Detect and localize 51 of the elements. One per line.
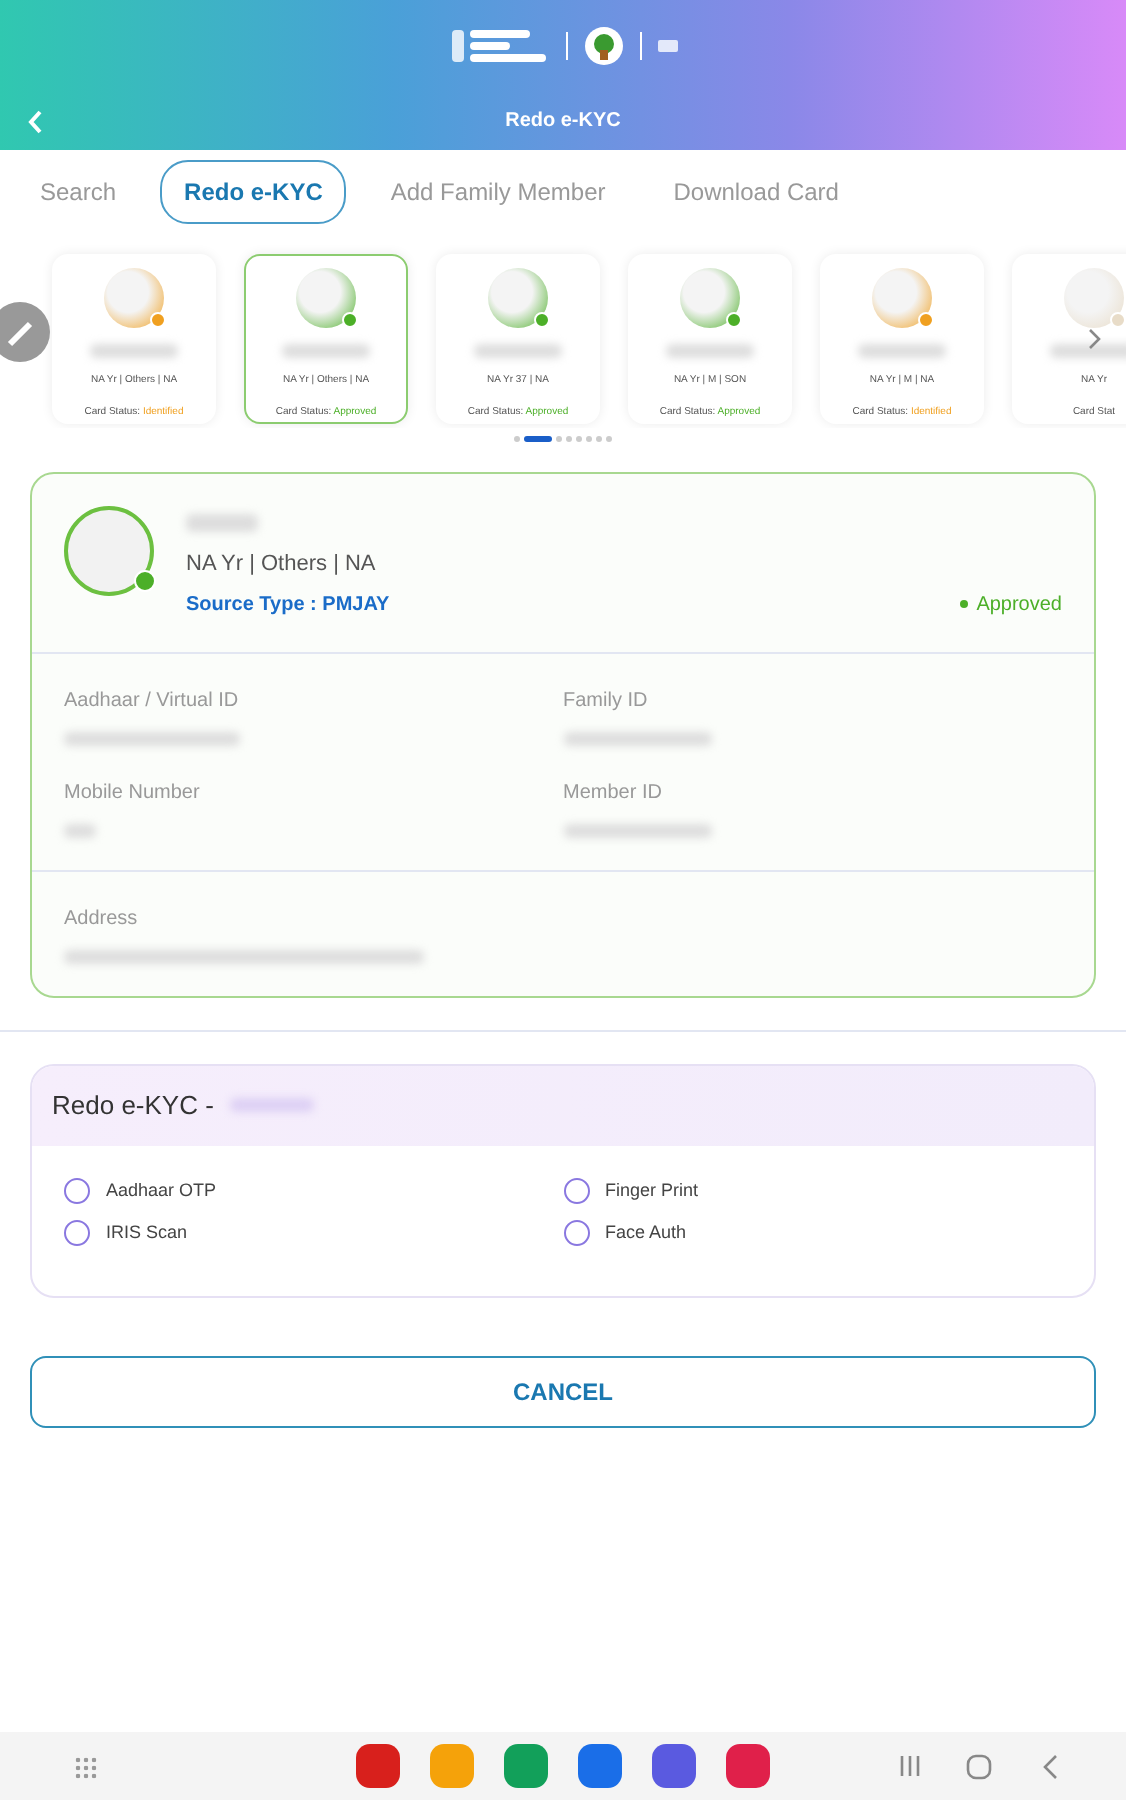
field-label: Mobile Number (64, 779, 202, 807)
apps-grid-icon[interactable] (74, 1756, 98, 1780)
option-label: IRIS Scan (106, 1220, 188, 1246)
option-label: Finger Print (605, 1177, 699, 1204)
option-label: Face Auth (605, 1220, 687, 1246)
field-label: Member ID (563, 779, 664, 807)
verified-icon (134, 570, 156, 592)
pager-dot[interactable] (566, 435, 572, 441)
radio-button[interactable] (563, 1220, 589, 1247)
ims-logo-icon (657, 40, 677, 52)
approval-status: Approved (960, 589, 1062, 619)
redacted-name (90, 344, 178, 358)
app-icon[interactable] (726, 1744, 770, 1788)
radio-button[interactable] (563, 1177, 589, 1204)
redacted-name (474, 344, 562, 358)
redacted-value (64, 823, 96, 837)
radio-button[interactable] (64, 1220, 90, 1247)
field-label: Aadhaar / Virtual ID (64, 687, 241, 715)
home-icon[interactable] (966, 1754, 992, 1780)
nha-logo-icon (449, 24, 549, 68)
pager-dot[interactable] (514, 435, 520, 441)
pager-dot[interactable] (606, 435, 612, 441)
emblem-icon (583, 26, 623, 66)
app-icon[interactable] (652, 1744, 696, 1788)
redacted-name (186, 514, 258, 532)
kyc-title: Redo e-KYC - (52, 1087, 214, 1124)
member-info: NA Yr | Others | NA (186, 550, 378, 580)
cancel-button[interactable]: CANCEL (30, 1355, 1096, 1427)
back-button[interactable] (28, 106, 44, 138)
back-icon[interactable] (1042, 1754, 1058, 1780)
field-label: Family ID (563, 687, 650, 715)
app-icon[interactable] (504, 1744, 548, 1788)
tab[interactable]: Redo e-KYC (160, 160, 347, 224)
option-label: Aadhaar OTP (106, 1177, 217, 1203)
page-title: Redo e-KYC (505, 108, 621, 136)
pager-dot[interactable] (576, 435, 582, 441)
pager-dot[interactable] (556, 435, 562, 441)
app-icon[interactable] (356, 1744, 400, 1788)
redacted-name (282, 344, 370, 358)
redacted-name (1050, 344, 1126, 358)
redacted-name (229, 1098, 314, 1112)
field-label: Address (64, 905, 140, 933)
redacted-name (858, 344, 946, 358)
source-type: Source Type : PMJAY (186, 591, 392, 619)
pager-dot[interactable] (586, 435, 592, 441)
recents-icon[interactable] (898, 1754, 922, 1778)
app-icon[interactable] (578, 1744, 622, 1788)
radio-button[interactable] (64, 1177, 90, 1204)
redacted-name (666, 344, 754, 358)
pager-dot[interactable] (596, 435, 602, 441)
edit-icon[interactable] (0, 300, 52, 364)
